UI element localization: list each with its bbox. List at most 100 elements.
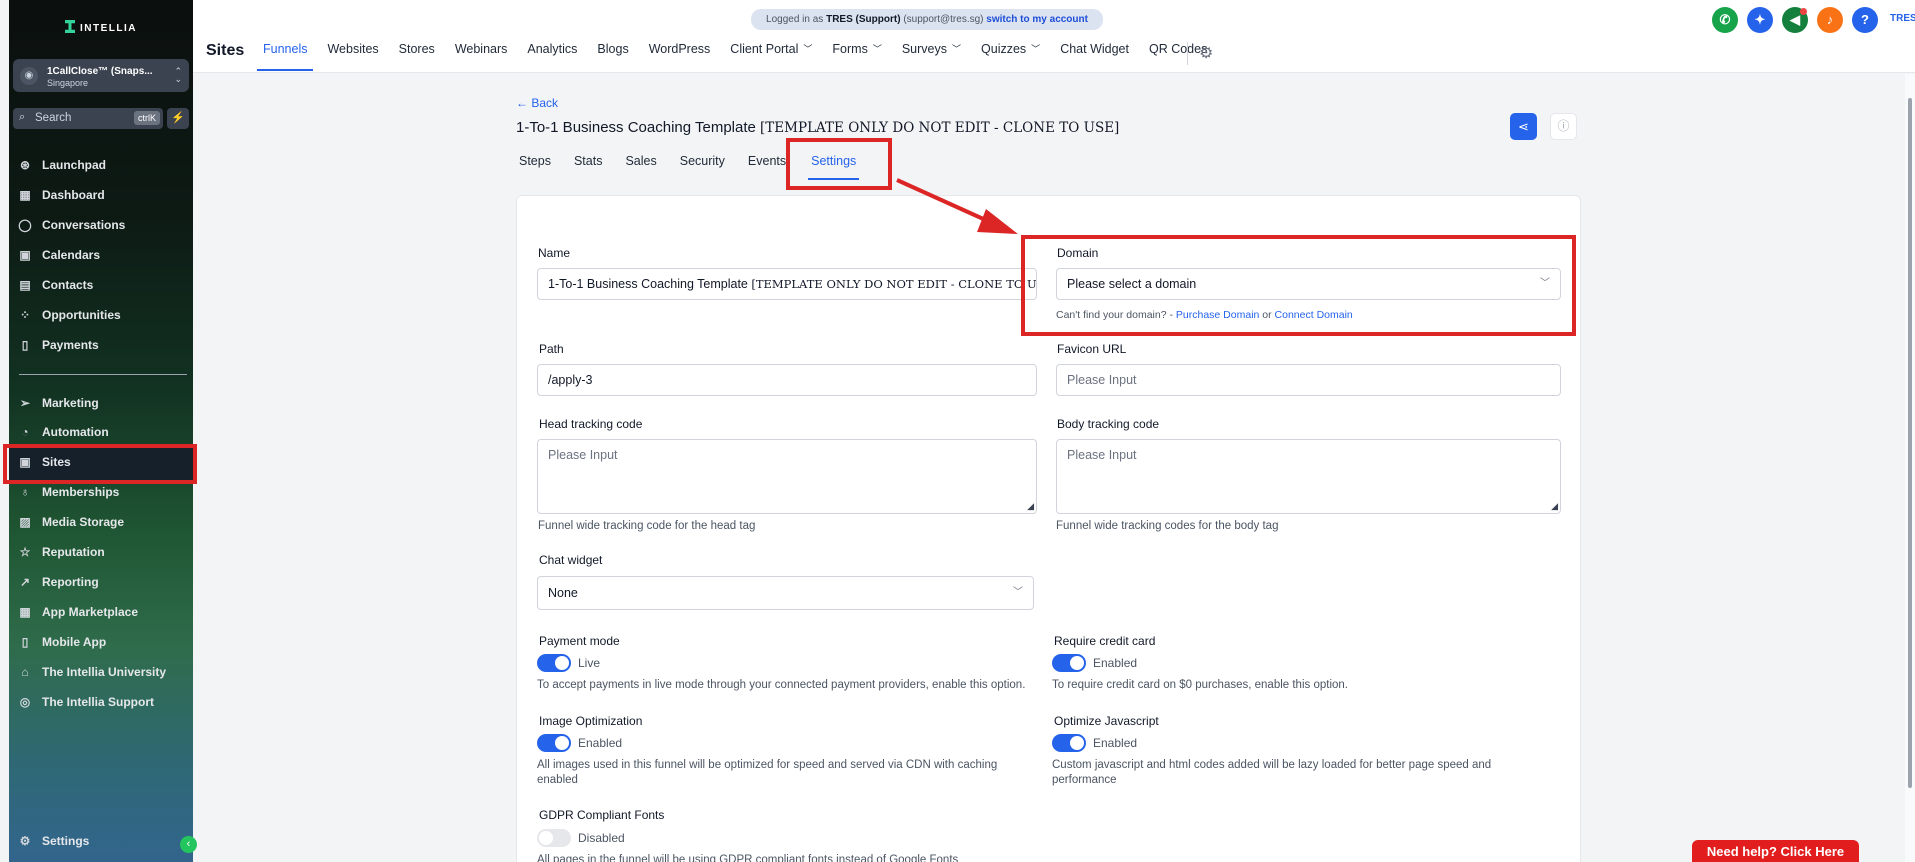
chevron-down-icon: ﹀: [1031, 44, 1041, 54]
scrollbar[interactable]: [1905, 74, 1915, 862]
domain-placeholder: Please select a domain: [1067, 277, 1197, 291]
nav-label: Analytics: [527, 42, 578, 56]
nav-webinars[interactable]: Webinars: [455, 42, 508, 70]
path-input[interactable]: /apply-3: [537, 364, 1037, 396]
sidebar-item-dashboard[interactable]: ▦ Dashboard: [17, 185, 105, 205]
sidebar-item-label: App Marketplace: [42, 605, 139, 619]
sidebar-item-conversations[interactable]: ◯ Conversations: [17, 215, 125, 235]
top-icon-group: ✆ ✦ ◀ ♪ ?: [1712, 7, 1887, 33]
chevron-down-icon: ﹀: [1540, 278, 1550, 289]
connect-domain-link[interactable]: Connect Domain: [1275, 309, 1353, 321]
resize-grip-icon[interactable]: ◢: [1027, 501, 1034, 512]
tab-security[interactable]: Security: [680, 154, 725, 178]
tab-label: Steps: [519, 154, 551, 168]
nav-label: WordPress: [648, 42, 711, 56]
tab-stats[interactable]: Stats: [574, 154, 603, 178]
sidebar-item-sites[interactable]: ▣ Sites: [17, 452, 70, 472]
nav-label: Client Portal: [730, 42, 799, 56]
tab-label: Security: [679, 154, 725, 168]
nav-stores[interactable]: Stores: [399, 42, 435, 70]
scrollbar-thumb[interactable]: [1908, 98, 1912, 788]
require-card-state: Enabled: [1093, 656, 1138, 670]
sidebar-item-marketing[interactable]: ➢ Marketing: [17, 393, 99, 413]
gear-icon[interactable]: ⚙: [1199, 43, 1213, 63]
sidebar-item-payments[interactable]: ▯ Payments: [17, 335, 99, 355]
body-code-help: Funnel wide tracking codes for the body …: [1056, 520, 1279, 532]
nav-blogs[interactable]: Blogs: [597, 42, 628, 70]
nav-chat-widget[interactable]: Chat Widget: [1060, 42, 1129, 70]
gdpr-toggle[interactable]: [537, 829, 571, 847]
sidebar-item-reputation[interactable]: ☆ Reputation: [17, 542, 105, 562]
favicon-input[interactable]: Please Input: [1056, 364, 1561, 396]
info-button[interactable]: ⓘ: [1550, 113, 1577, 140]
require-card-toggle[interactable]: [1052, 654, 1086, 672]
optimize-js-toggle[interactable]: [1052, 734, 1086, 752]
sidebar-item-launchpad[interactable]: ⊛ Launchpad: [17, 155, 106, 175]
sidebar-item-university[interactable]: ⌂ The Intellia University: [17, 662, 166, 682]
nav-wordpress[interactable]: WordPress: [649, 42, 711, 70]
nav-forms[interactable]: Forms ﹀: [832, 42, 881, 70]
head-code-help: Funnel wide tracking code for the head t…: [538, 520, 756, 532]
sidebar-item-settings[interactable]: ⚙ Settings: [17, 831, 90, 851]
nav-quizzes[interactable]: Quizzes ﹀: [981, 42, 1040, 70]
tab-steps[interactable]: Steps: [519, 154, 551, 178]
tab-settings[interactable]: Settings: [808, 154, 860, 180]
sidebar-item-label: Conversations: [42, 218, 126, 232]
head-code-textarea[interactable]: Please Input ◢: [537, 439, 1037, 514]
sidebar-item-label: Dashboard: [42, 188, 105, 202]
body-code-textarea[interactable]: Please Input ◢: [1056, 439, 1561, 514]
sidebar-item-memberships[interactable]: ♁ Memberships: [17, 482, 120, 502]
chat-widget-value: None: [548, 586, 578, 600]
tab-label: Events: [747, 154, 787, 168]
banner-email: (support@tres.sg): [903, 14, 984, 25]
name-input[interactable]: 1-To-1 Business Coaching Template [TEMPL…: [537, 268, 1037, 300]
sidebar-item-reporting[interactable]: ↗ Reporting: [17, 572, 99, 592]
nav-surveys[interactable]: Surveys ﹀: [902, 42, 961, 70]
tab-events[interactable]: Events: [748, 154, 786, 178]
logo[interactable]: INTELLIA: [9, 20, 193, 34]
tab-sales[interactable]: Sales: [625, 154, 656, 178]
name-value-tag: [TEMPLATE ONLY DO NOT EDIT - CLONE TO US…: [751, 277, 1037, 291]
account-switcher[interactable]: ◉ 1CallClose™ (Snaps... Singapore ⌃ ⌄: [13, 59, 189, 92]
sidebar-item-app-marketplace[interactable]: ▦ App Marketplace: [17, 602, 138, 622]
nav-client-portal[interactable]: Client Portal ﹀: [730, 42, 812, 70]
resize-grip-icon[interactable]: ◢: [1551, 501, 1558, 512]
magic-wand-icon[interactable]: ✦: [1747, 7, 1773, 33]
chat-widget-select[interactable]: None ﹀: [537, 576, 1034, 610]
megaphone-icon[interactable]: ◀: [1782, 7, 1808, 33]
sidebar-search[interactable]: ⌕ Search ctrlK: [13, 108, 163, 129]
phone-icon[interactable]: ✆: [1712, 7, 1738, 33]
nav-separator: [1187, 42, 1188, 65]
sidebar-item-media-storage[interactable]: ▨ Media Storage: [17, 512, 124, 532]
bell-icon[interactable]: ♪: [1817, 7, 1843, 33]
sidebar-item-calendars[interactable]: ▣ Calendars: [17, 245, 100, 265]
sidebar-item-support[interactable]: ◎ The Intellia Support: [17, 692, 154, 712]
share-button[interactable]: ⋖: [1510, 113, 1537, 140]
nav-websites[interactable]: Websites: [327, 42, 378, 70]
chat-widget-label: Chat widget: [539, 553, 603, 567]
image-opt-toggle[interactable]: [537, 734, 571, 752]
sidebar-item-label: Contacts: [42, 278, 94, 292]
purchase-domain-link[interactable]: Purchase Domain: [1176, 309, 1259, 321]
payment-mode-toggle[interactable]: [537, 654, 571, 672]
need-help-button[interactable]: Need help? Click Here: [1692, 840, 1859, 862]
sidebar-item-mobile-app[interactable]: ▯ Mobile App: [17, 632, 107, 652]
chevron-down-icon: ﹀: [803, 44, 813, 54]
domain-select[interactable]: Please select a domain ﹀: [1056, 268, 1561, 300]
domain-help: Can't find your domain? - Purchase Domai…: [1056, 308, 1353, 323]
help-icon[interactable]: ?: [1852, 7, 1878, 33]
image-icon: ▨: [19, 515, 31, 529]
nav-analytics[interactable]: Analytics: [527, 42, 577, 70]
domain-help-or: or: [1259, 309, 1275, 321]
sidebar-item-opportunities[interactable]: ⁘ Opportunities: [17, 305, 121, 325]
switch-account-link[interactable]: switch to my account: [986, 14, 1088, 25]
favicon-label: Favicon URL: [1057, 342, 1127, 356]
account-location: Singapore: [47, 78, 89, 88]
user-menu[interactable]: TRES: [1890, 13, 1915, 24]
back-link[interactable]: ← Back: [516, 96, 558, 110]
nav-funnels[interactable]: Funnels: [256, 42, 315, 71]
quick-action-bolt-icon[interactable]: ⚡: [167, 108, 189, 129]
sidebar-item-contacts[interactable]: ▤ Contacts: [17, 275, 93, 295]
domain-help-prefix: Can't find your domain? -: [1056, 309, 1176, 321]
sidebar-item-automation[interactable]: ◔ Automation: [17, 422, 108, 442]
